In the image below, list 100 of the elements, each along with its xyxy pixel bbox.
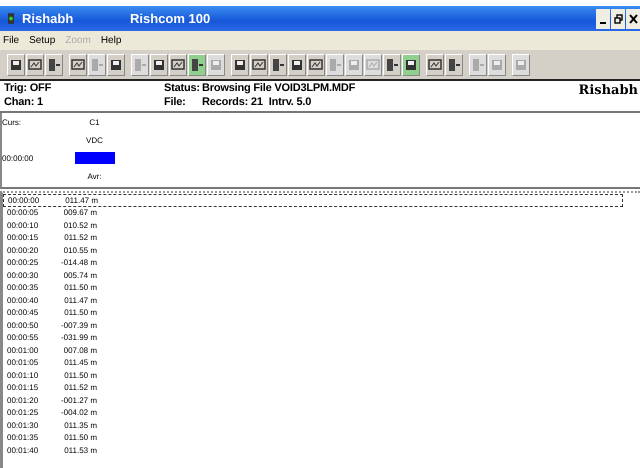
data-row[interactable]: 00:00:55 -031.99 m — [3, 332, 623, 344]
data-row[interactable]: 00:01:20 -001.27 m — [3, 394, 623, 406]
toolbar-button[interactable] — [188, 54, 206, 76]
value-cell-text: 011.53 m — [63, 446, 97, 455]
menu-item[interactable]: File — [3, 35, 20, 46]
toolbar-button[interactable] — [7, 54, 25, 76]
data-row[interactable]: 00:01:30 011.35 m — [3, 419, 623, 432]
tool-icon — [447, 58, 461, 72]
data-row[interactable]: 00:00:30 005.74 m — [3, 269, 623, 282]
tool-icon — [252, 58, 266, 72]
value-cell-text: -014.48 m — [60, 258, 97, 268]
trigger-status: Trig: OFF — [4, 81, 52, 95]
tool-icon — [290, 58, 304, 72]
data-row[interactable]: 00:01:35 011.50 m — [3, 432, 623, 444]
tool-icon — [133, 58, 147, 72]
value-cell-text: -031.99 m — [60, 333, 97, 342]
value-cell-text: 011.52 m — [63, 233, 97, 242]
toolbar-button[interactable] — [402, 54, 420, 76]
value-cell-text: 009.67 m — [62, 208, 97, 218]
time-cell-text: 00:00:10 — [7, 220, 40, 230]
toolbar-button[interactable] — [231, 54, 249, 76]
channel-label: Chan: 1 — [4, 95, 44, 109]
menu-item[interactable]: Help — [100, 35, 122, 46]
data-row[interactable]: 00:00:15 011.52 m — [3, 232, 623, 244]
data-row[interactable]: 00:00:40 011.47 m — [3, 294, 623, 306]
close-button[interactable] — [626, 8, 640, 28]
data-row[interactable]: 00:00:10 010.52 m — [3, 219, 623, 232]
toolbar-button[interactable] — [250, 54, 268, 76]
data-row[interactable]: 00:01:25 -004.02 m — [3, 406, 623, 419]
time-cell-text: 00:00:55 — [7, 333, 40, 342]
tool-icon — [90, 58, 104, 72]
value-display — [74, 152, 114, 164]
window-title: Rishcom 100 — [130, 11, 212, 26]
tool-icon — [347, 58, 361, 72]
value-cell-text: 010.55 m — [62, 246, 97, 255]
value-cell-text: -007.39 m — [60, 320, 97, 330]
tool-icon — [471, 58, 485, 72]
value-cell-text: 005.74 m — [62, 270, 97, 280]
value-cell-text: 011.35 m — [63, 420, 97, 430]
data-row[interactable]: 00:01:40 011.53 m — [3, 444, 623, 456]
time-cell-text: 00:01:10 — [7, 370, 40, 380]
toolbar-button[interactable] — [307, 54, 325, 76]
interval-value: Intrv. 5.0 — [268, 95, 312, 109]
menu-item[interactable]: Setup — [29, 35, 56, 46]
toolbar-button[interactable] — [45, 54, 63, 76]
time-cell-text: 00:00:05 — [7, 208, 40, 218]
toolbar-button[interactable] — [26, 54, 44, 76]
restore-button[interactable] — [611, 8, 625, 28]
data-row[interactable]: 00:01:10 011.50 m — [3, 369, 623, 382]
unit-label: VDC — [86, 136, 103, 144]
data-row[interactable]: 00:00:05 009.67 m — [3, 206, 623, 219]
tool-icon — [514, 58, 528, 72]
toolbar-button[interactable] — [445, 54, 463, 76]
tool-icon — [490, 58, 504, 72]
tool-icon — [428, 58, 442, 72]
data-row[interactable]: 00:00:45 011.50 m — [3, 306, 623, 319]
time-cell-text: 00:01:20 — [7, 396, 40, 405]
data-row[interactable]: 00:01:15 011.52 m — [3, 382, 623, 394]
toolbar-button[interactable] — [69, 54, 87, 76]
value-cell-text: -004.02 m — [60, 408, 97, 418]
toolbar-button[interactable] — [150, 54, 168, 76]
data-row[interactable]: 00:00:35 011.50 m — [3, 282, 623, 294]
time-cell-text: 00:00:35 — [7, 283, 40, 292]
toolbar-button[interactable] — [426, 54, 444, 76]
data-row[interactable]: 00:01:05 011.45 m — [3, 356, 623, 369]
tool-icon — [404, 58, 418, 72]
value-cell-text: 011.50 m — [63, 433, 97, 442]
time-cell-text: 00:00:40 — [7, 296, 40, 305]
value-cell-text: 011.45 m — [63, 358, 97, 368]
tool-icon — [209, 58, 223, 72]
time-cell-text: 00:01:40 — [7, 446, 40, 455]
tool-icon — [271, 58, 285, 72]
data-row[interactable]: 00:01:00 007.08 m — [3, 344, 623, 356]
data-row[interactable]: 00:00:20 010.55 m — [3, 244, 623, 256]
time-cell-text: 00:00:15 — [7, 233, 40, 242]
toolbar-button[interactable] — [288, 54, 306, 76]
average-label: Avr: — [87, 172, 102, 180]
minimize-button[interactable] — [596, 8, 610, 28]
time-cell-text: 00:00:00 — [8, 196, 40, 205]
time-cell-text: 00:00:20 — [7, 246, 40, 255]
records-count: Records: 21 — [202, 95, 263, 109]
toolbar-button[interactable] — [107, 54, 125, 76]
tool-icon — [28, 58, 42, 72]
value-cell-text: 011.50 m — [63, 308, 97, 318]
time-cell-text: 00:00:30 — [7, 270, 40, 280]
value-cell-text: 011.52 m — [63, 383, 97, 392]
data-row[interactable]: 00:00:25 -014.48 m — [3, 256, 623, 269]
restore-icon — [614, 14, 622, 24]
data-row[interactable]: 00:00:50 -007.39 m — [3, 319, 623, 332]
data-row[interactable]: 00:00:00 011.47 m — [3, 194, 623, 206]
value-cell-text: 007.08 m — [62, 346, 97, 355]
toolbar-button[interactable] — [269, 54, 287, 76]
value-cell-text: 011.50 m — [63, 283, 97, 292]
tool-icon — [47, 58, 61, 72]
time-cell-text: 00:01:35 — [7, 433, 40, 442]
toolbar-button[interactable] — [169, 54, 187, 76]
status-text: Browsing File VOID3LPM.MDF — [202, 81, 356, 95]
cursor-label: Curs: — [2, 118, 22, 126]
time-cell-text: 00:00:45 — [7, 308, 40, 318]
toolbar-button[interactable] — [383, 54, 401, 76]
